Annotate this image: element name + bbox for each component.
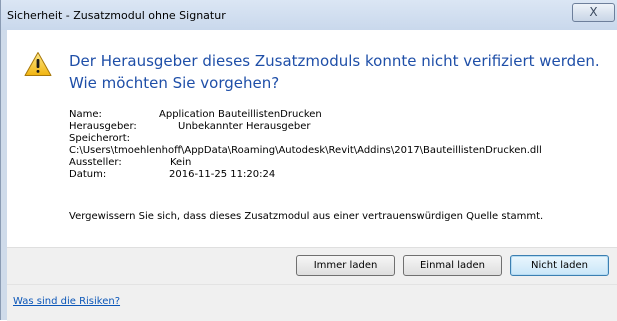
info-row-name: Name: Application BauteillistenDrucken — [69, 109, 614, 121]
info-row-publisher: Herausgeber: Unbekannter Herausgeber — [69, 121, 614, 133]
do-not-load-button[interactable]: Nicht laden — [510, 255, 609, 276]
trust-notice: Vergewissern Sie sich, dass dieses Zusat… — [69, 211, 544, 222]
issuer-label: Aussteller: — [69, 157, 122, 168]
location-value: C:\Users\tmoehlenhoff\AppData\Roaming\Au… — [69, 145, 542, 156]
location-label: Speicherort: — [69, 133, 131, 144]
dialog-content: Der Herausgeber dieses Zusatzmoduls konn… — [7, 30, 617, 247]
publisher-value: Unbekannter Herausgeber — [178, 121, 311, 132]
info-row-location-value: C:\Users\tmoehlenhoff\AppData\Roaming\Au… — [69, 145, 614, 157]
security-dialog: Sicherheit - Zusatzmodul ohne Signatur X… — [0, 0, 617, 321]
name-label: Name: — [69, 109, 102, 120]
dialog-headline: Der Herausgeber dieses Zusatzmoduls konn… — [69, 52, 600, 92]
close-icon: X — [589, 5, 598, 19]
info-row-location: Speicherort: — [69, 133, 614, 145]
publisher-label: Herausgeber: — [69, 121, 137, 132]
info-row-issuer: Aussteller: Kein — [69, 157, 614, 169]
title-bar: Sicherheit - Zusatzmodul ohne Signatur X — [1, 0, 617, 30]
date-value: 2016-11-25 11:20:24 — [169, 169, 276, 180]
dialog-footer: Was sind die Risiken? — [7, 284, 617, 321]
issuer-value: Kein — [170, 157, 192, 168]
date-label: Datum: — [69, 169, 107, 180]
info-row-date: Datum: 2016-11-25 11:20:24 — [69, 169, 614, 181]
close-button[interactable]: X — [572, 3, 615, 22]
button-bar: Immer laden Einmal laden Nicht laden — [7, 247, 617, 284]
module-info: Name: Application BauteillistenDrucken H… — [69, 109, 614, 181]
load-once-button[interactable]: Einmal laden — [403, 255, 502, 276]
always-load-button[interactable]: Immer laden — [296, 255, 395, 276]
risks-link[interactable]: Was sind die Risiken? — [13, 296, 120, 307]
warning-icon — [24, 52, 52, 76]
window-title: Sicherheit - Zusatzmodul ohne Signatur — [7, 9, 226, 22]
name-value: Application BauteillistenDrucken — [159, 109, 322, 120]
